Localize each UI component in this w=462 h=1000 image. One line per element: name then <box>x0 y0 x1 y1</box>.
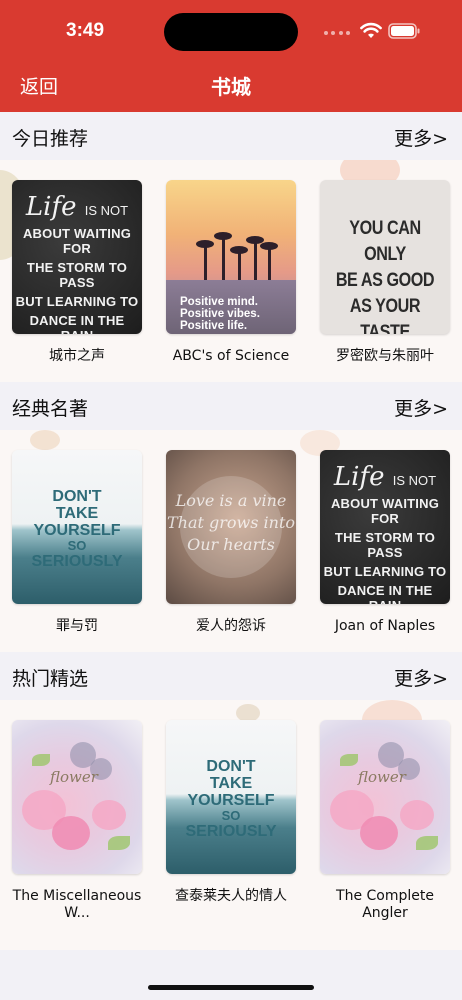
book-cover: Positive mind. Positive vibes. Positive … <box>166 180 296 334</box>
book-cover: flower <box>320 720 450 874</box>
dynamic-island <box>164 13 298 51</box>
section-books-classics: DON'T TAKE YOURSELF SO SERIOUSLY 罪与罚 Lov… <box>0 430 462 652</box>
status-dots <box>324 31 350 35</box>
book-cover: DON'T TAKE YOURSELF SO SERIOUSLY <box>166 720 296 874</box>
book-cover: Life IS NOT ABOUT WAITING FOR THE STORM … <box>320 450 450 604</box>
book-title: ABC's of Science <box>172 348 290 364</box>
home-indicator[interactable] <box>148 985 314 990</box>
book-title: 城市之声 <box>49 348 105 364</box>
wifi-icon <box>360 22 382 38</box>
book-item[interactable]: YOU CAN ONLY BE AS GOOD AS YOUR TASTE 罗密… <box>320 180 450 365</box>
book-item[interactable]: flower The Miscellaneous W... <box>12 720 142 922</box>
more-button[interactable]: 更多> <box>394 664 448 691</box>
nav-bar: 3:49 返回 书城 <box>0 0 462 112</box>
book-item[interactable]: Positive mind. Positive vibes. Positive … <box>166 180 296 365</box>
section-books-today: Life IS NOT ABOUT WAITING FOR THE STORM … <box>0 160 462 382</box>
book-item[interactable]: DON'T TAKE YOURSELF SO SERIOUSLY 罪与罚 <box>12 450 142 635</box>
book-item[interactable]: Love is a vine That grows into Our heart… <box>166 450 296 635</box>
book-cover: DON'T TAKE YOURSELF SO SERIOUSLY <box>12 450 142 604</box>
more-button[interactable]: 更多> <box>394 394 448 421</box>
section-header-classics: 经典名著 更多> <box>0 382 462 430</box>
book-title: Joan of Naples <box>334 618 436 634</box>
battery-icon <box>388 23 420 39</box>
status-time: 3:49 <box>66 20 105 41</box>
more-button[interactable]: 更多> <box>394 124 448 151</box>
book-cover: flower <box>12 720 142 874</box>
background-decoration <box>30 430 60 450</box>
book-item[interactable]: flower The Complete Angler <box>320 720 450 922</box>
book-cover: Love is a vine That grows into Our heart… <box>166 450 296 604</box>
book-item[interactable]: Life IS NOT ABOUT WAITING FOR THE STORM … <box>12 180 142 365</box>
book-title: 罗密欧与朱丽叶 <box>336 348 434 364</box>
book-title: 查泰莱夫人的情人 <box>175 888 287 904</box>
book-item[interactable]: DON'T TAKE YOURSELF SO SERIOUSLY 查泰莱夫人的情… <box>166 720 296 905</box>
book-cover: Life IS NOT ABOUT WAITING FOR THE STORM … <box>12 180 142 334</box>
section-title: 今日推荐 <box>12 128 89 150</box>
book-title: The Miscellaneous W... <box>12 888 142 921</box>
book-cover: YOU CAN ONLY BE AS GOOD AS YOUR TASTE <box>320 180 450 334</box>
section-header-today: 今日推荐 更多> <box>0 112 462 160</box>
section-books-popular: flower The Miscellaneous W... DON'T TAKE… <box>0 700 462 950</box>
section-header-popular: 热门精选 更多> <box>0 652 462 700</box>
page-title: 书城 <box>211 75 251 99</box>
section-title: 热门精选 <box>12 668 89 690</box>
book-title: The Complete Angler <box>336 888 434 921</box>
book-item[interactable]: Life IS NOT ABOUT WAITING FOR THE STORM … <box>320 450 450 635</box>
section-title: 经典名著 <box>12 398 89 420</box>
book-title: 爱人的怨诉 <box>196 618 266 634</box>
book-title: 罪与罚 <box>56 618 98 634</box>
